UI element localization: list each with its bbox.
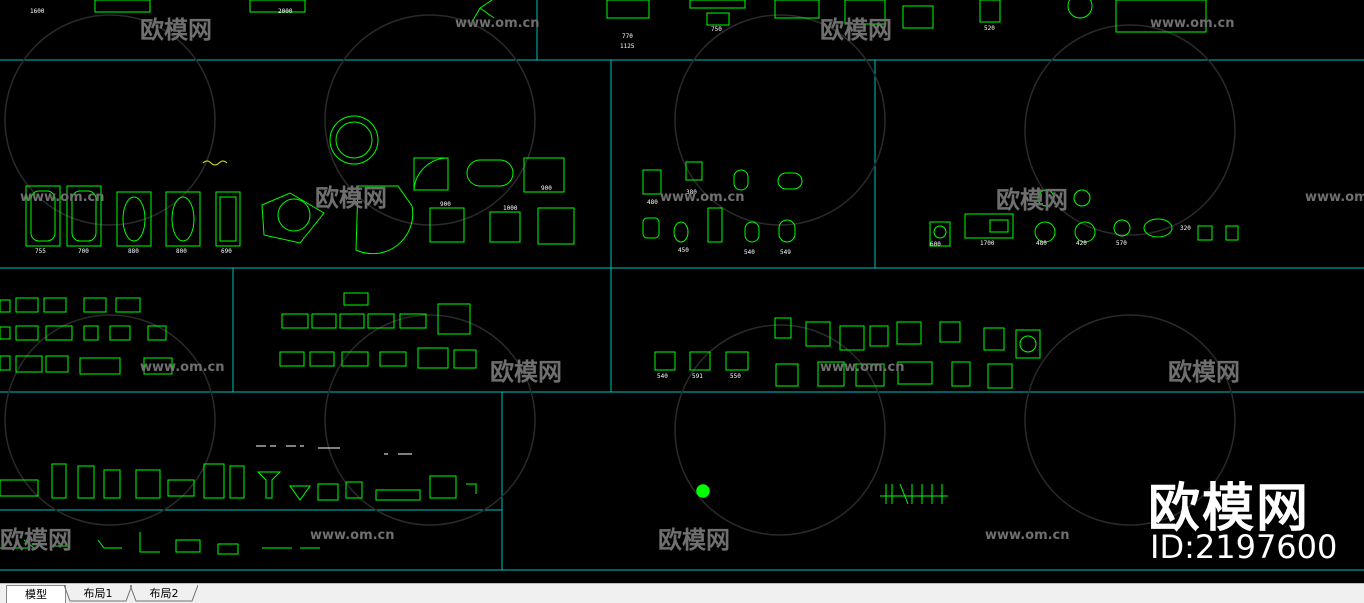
svg-text:800: 800 [176, 248, 187, 255]
toilet-group [642, 161, 803, 243]
tab-model[interactable]: 模型 [6, 585, 66, 603]
svg-text:320: 320 [1180, 225, 1191, 232]
svg-text:755: 755 [35, 248, 46, 255]
svg-text:2000: 2000 [278, 8, 293, 15]
tab-layout-1[interactable]: 布局1 [64, 585, 132, 602]
svg-text:550: 550 [730, 373, 741, 380]
appliance-dims: 540 591 550 [657, 373, 741, 380]
svg-text:591: 591 [692, 373, 703, 380]
basin-group [929, 189, 1239, 247]
plant-symbol [696, 484, 710, 498]
svg-text:880: 880 [128, 248, 139, 255]
svg-text:900: 900 [440, 201, 451, 208]
svg-text:1600: 1600 [30, 8, 45, 15]
svg-text:480: 480 [1036, 240, 1047, 247]
tab-model-label: 模型 [25, 588, 47, 601]
tab-layout-2[interactable]: 布局2 [130, 585, 198, 602]
svg-text:1000: 1000 [503, 205, 518, 212]
svg-text:900: 900 [541, 185, 552, 192]
svg-text:380: 380 [686, 189, 697, 196]
svg-text:480: 480 [647, 199, 658, 206]
svg-text:520: 520 [984, 25, 995, 32]
svg-text:1700: 1700 [980, 240, 995, 247]
svg-text:420: 420 [1076, 240, 1087, 247]
layout-tab-bar: 模型 布局1 布局2 [0, 583, 1364, 603]
svg-text:770: 770 [622, 33, 633, 40]
top-row-dims: 770 1125 750 520 1600 2000 [30, 8, 995, 50]
svg-text:600: 600 [930, 241, 941, 248]
appliance-group [654, 317, 1041, 389]
svg-text:540: 540 [744, 249, 755, 256]
svg-text:1125: 1125 [620, 43, 635, 50]
bathtub-group [25, 115, 575, 255]
rack-symbol [880, 483, 948, 505]
cooktop-group [279, 292, 477, 369]
svg-text:690: 690 [221, 248, 232, 255]
tab-layout-1-label: 布局1 [83, 587, 113, 600]
toilet-dims: 380 480 450 540 549 [647, 189, 791, 256]
brand-id: ID:2197600 [1150, 528, 1338, 566]
kitchen-sink-group [0, 297, 173, 375]
top-row-fixtures [94, 0, 1207, 33]
svg-text:549: 549 [780, 249, 791, 256]
watermark-circles [4, 14, 1236, 536]
svg-text:540: 540 [657, 373, 668, 380]
svg-text:450: 450 [678, 247, 689, 254]
svg-text:700: 700 [78, 248, 89, 255]
svg-text:750: 750 [711, 26, 722, 33]
tab-layout-2-label: 布局2 [149, 587, 179, 600]
top-accessories [256, 445, 412, 455]
elevation-group [0, 463, 477, 555]
svg-text:570: 570 [1116, 240, 1127, 247]
